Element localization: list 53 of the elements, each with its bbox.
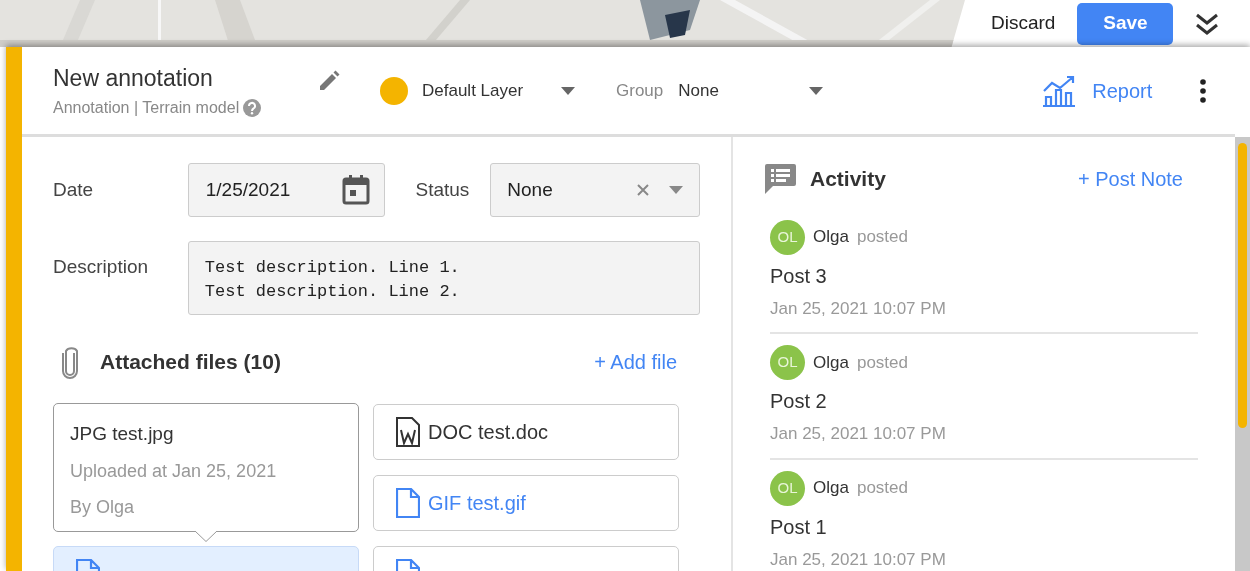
chart-icon [1042, 74, 1077, 107]
annotation-title: New annotation [53, 64, 214, 94]
more-icon[interactable] [1200, 78, 1207, 103]
author-name: Olga [813, 477, 849, 500]
post-time: Jan 25, 2021 10:07 PM [770, 423, 946, 445]
paperclip-icon [61, 345, 79, 379]
tooltip-title: JPG test.jpg [70, 422, 174, 446]
caret-icon [809, 86, 824, 95]
description-label: Description [53, 255, 150, 279]
avatar: OL [770, 345, 805, 380]
file-icon [396, 488, 420, 518]
avatar: OL [770, 219, 805, 255]
layer-dropdown[interactable]: Default Layer [380, 76, 575, 105]
scrollbar[interactable] [1235, 137, 1250, 571]
edit-icon[interactable] [318, 69, 340, 92]
calendar-icon[interactable] [342, 175, 371, 205]
date-label: Date [53, 177, 95, 202]
clear-icon[interactable] [637, 184, 649, 196]
report-button[interactable]: Report [1042, 74, 1153, 107]
comment-icon [765, 163, 796, 194]
add-file-link[interactable]: + Add file [594, 347, 677, 377]
post-time: Jan 25, 2021 10:07 PM [770, 297, 946, 320]
avatar: OL [770, 470, 805, 506]
annotation-subtitle: Annotation | Terrain model [53, 97, 240, 118]
author-name: Olga [813, 351, 849, 374]
status-dropdown[interactable]: None [490, 163, 700, 217]
post-action: posted [856, 477, 908, 500]
help-icon[interactable] [243, 98, 262, 117]
section-title: Activity [810, 166, 887, 192]
section-title: Attached files (10) [100, 349, 282, 376]
post-note-link[interactable]: + Post Note [1077, 163, 1183, 194]
caret-icon [669, 186, 683, 194]
collapse-icon[interactable] [1195, 12, 1220, 35]
post-text: Post 2 [770, 389, 827, 414]
group-label: Group [616, 79, 664, 102]
post-action: posted [856, 351, 908, 374]
file-card[interactable]: DOC test.doc [373, 404, 679, 460]
save-button[interactable]: Save [1077, 2, 1174, 45]
discard-button[interactable]: Discard [991, 9, 1056, 38]
post-text: Post 3 [770, 263, 827, 289]
file-card[interactable]: GIF test.gif [373, 475, 679, 531]
post-time: Jan 25, 2021 10:07 PM [770, 548, 946, 571]
uploader: By Olga [70, 495, 135, 519]
post-action: posted [856, 226, 908, 249]
author-name: Olga [813, 226, 849, 249]
word-document-icon [396, 417, 420, 447]
group-dropdown[interactable]: None [678, 77, 824, 104]
upload-date: Uploaded at Jan 25, 2021 [70, 459, 277, 483]
post-text: Post 1 [770, 514, 827, 540]
status-label: Status [415, 177, 471, 202]
caret-icon [561, 86, 575, 95]
description-field[interactable]: Test description. Line 1. Test description. Line 2. [187, 241, 700, 315]
date-field[interactable]: 1/25/2021 [187, 163, 386, 217]
